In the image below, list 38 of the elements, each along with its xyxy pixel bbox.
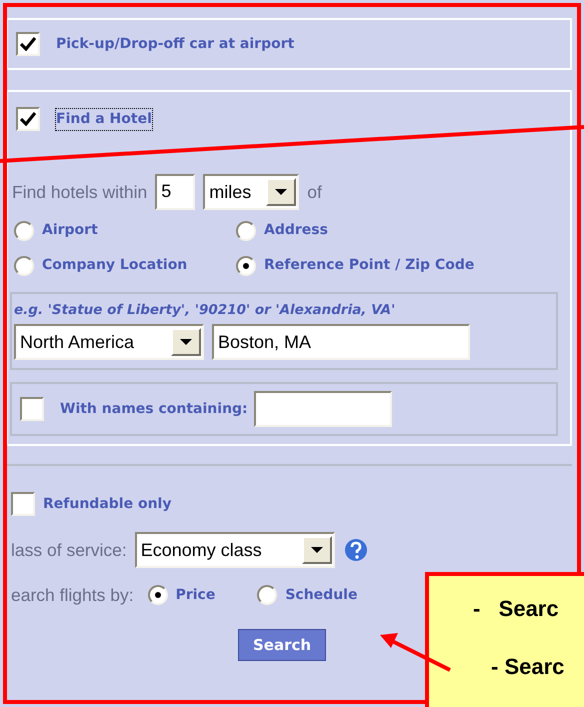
checkbox[interactable] — [20, 397, 44, 422]
dropdown-value: miles — [209, 181, 252, 204]
section-label[interactable]: Find a Hotel — [56, 108, 152, 130]
radio-label[interactable]: Schedule — [285, 584, 358, 606]
field-label: Find hotels within — [12, 180, 148, 204]
callout-text: - Searc — [491, 653, 564, 681]
radio-button[interactable] — [14, 220, 34, 240]
radio-button[interactable] — [236, 220, 256, 240]
radio-label[interactable]: Price — [176, 584, 216, 606]
name-field[interactable] — [254, 391, 392, 428]
radio-button[interactable] — [257, 585, 278, 606]
radio-label[interactable]: Airport — [42, 220, 98, 241]
option-label[interactable]: Pick-up/Drop-off car at airport — [56, 34, 294, 54]
field-label: lass of service: — [11, 539, 127, 562]
radio-label[interactable]: Company Location — [42, 255, 188, 276]
dropdown-value: North America — [20, 331, 136, 354]
field-label: of — [307, 180, 322, 204]
radio-button[interactable] — [148, 585, 168, 606]
radio-button[interactable] — [236, 256, 256, 276]
radio-label[interactable]: Reference Point / Zip Code — [264, 255, 474, 276]
checkbox[interactable] — [16, 32, 40, 56]
dropdown-value: Economy class — [140, 539, 263, 562]
radio-label[interactable]: Address — [264, 220, 328, 241]
radio-button[interactable] — [14, 256, 34, 276]
field-label: earch flights by: — [11, 584, 134, 608]
option-label[interactable]: Refundable only — [43, 494, 172, 515]
search-button[interactable]: Search — [238, 628, 326, 661]
distance-field[interactable]: 5 — [155, 174, 196, 210]
example-hint: e.g. 'Statue of Liberty', '90210' or 'Alexandria, VA' — [14, 301, 396, 320]
option-label[interactable]: With names containing: — [60, 398, 248, 420]
callout-text: - Searc — [473, 595, 559, 623]
unit-dropdown[interactable]: miles — [203, 174, 300, 210]
checkbox[interactable] — [11, 492, 35, 516]
help-icon[interactable] — [342, 537, 369, 564]
location-field[interactable]: Boston, MA — [212, 324, 470, 360]
checkbox[interactable] — [16, 107, 40, 131]
class-dropdown[interactable]: Economy class — [134, 532, 335, 568]
region-dropdown[interactable]: North America — [14, 324, 204, 360]
